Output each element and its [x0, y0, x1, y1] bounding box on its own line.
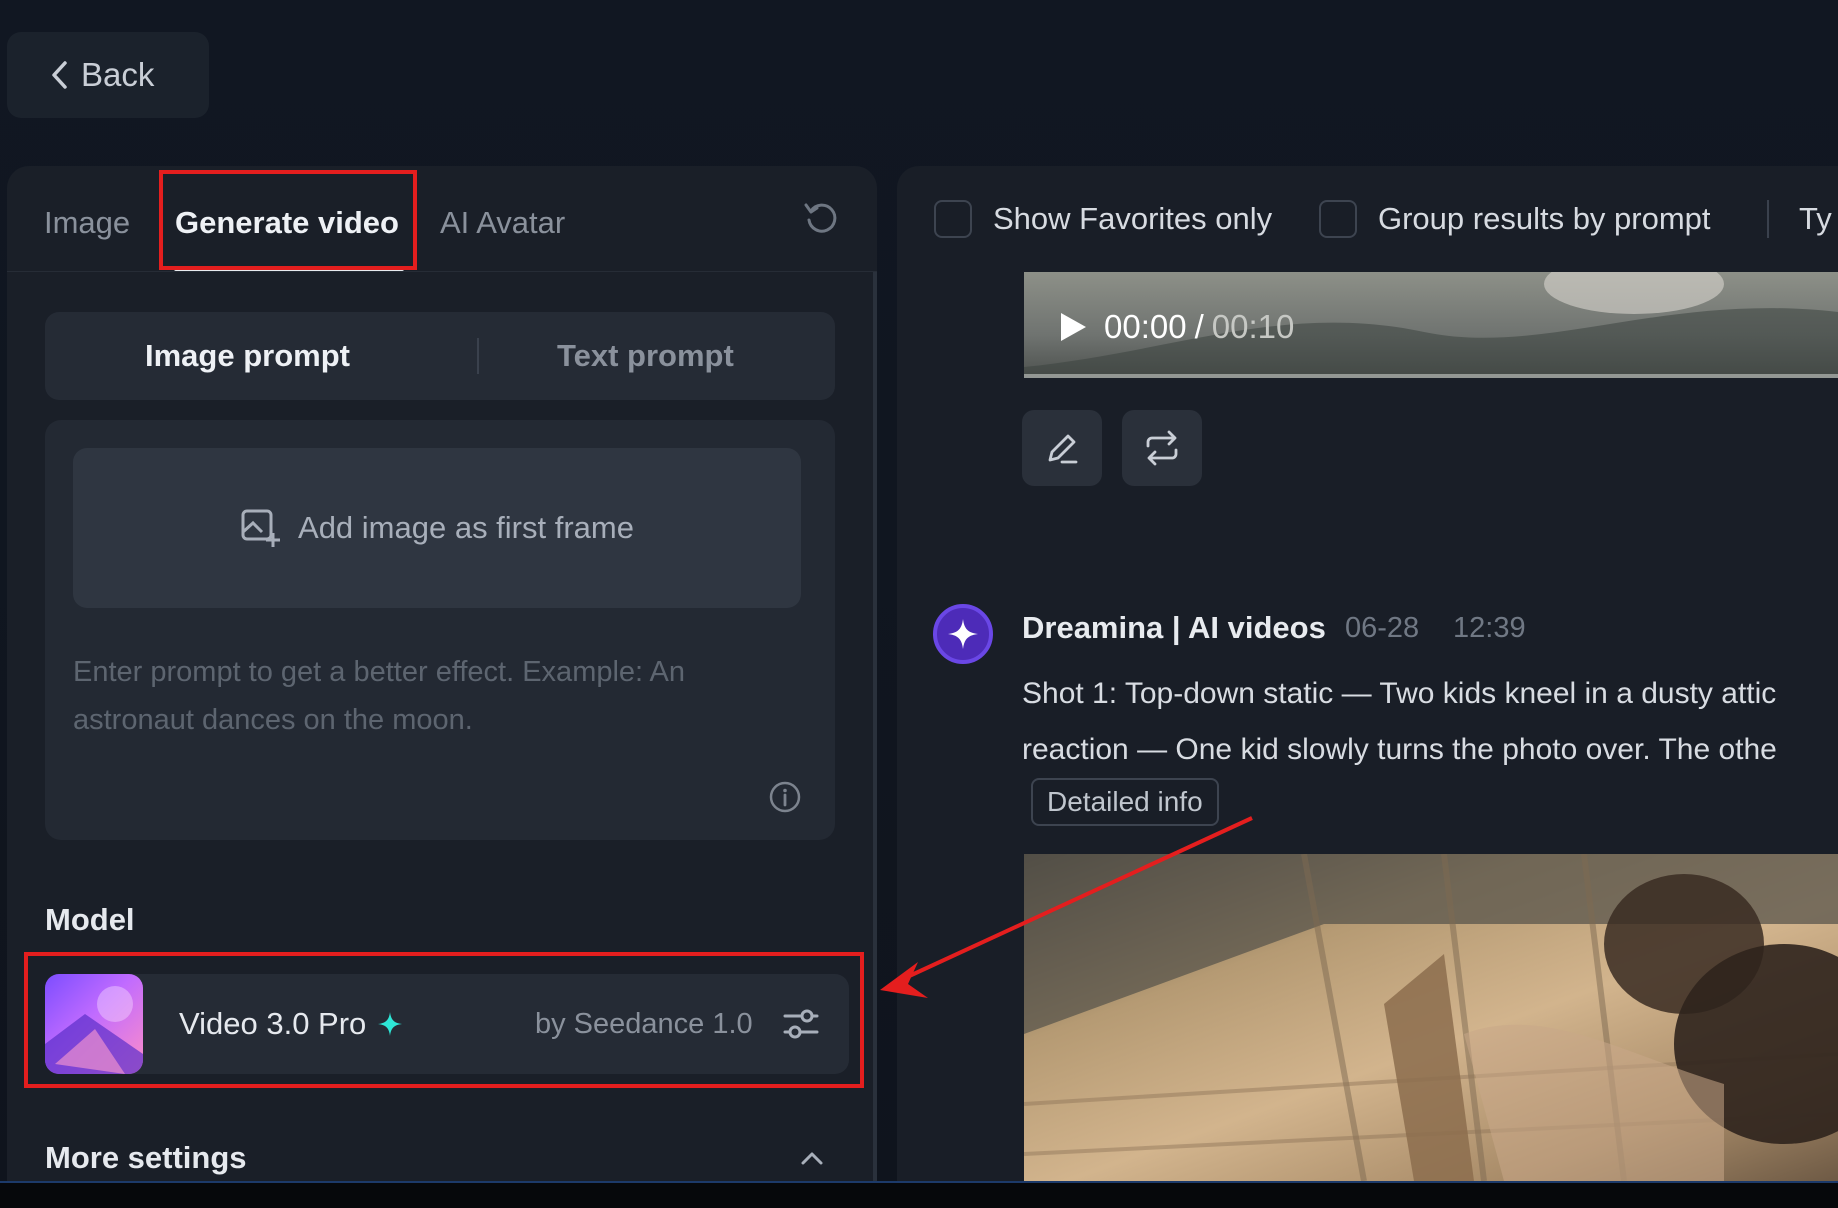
- add-first-frame-button[interactable]: Add image as first frame: [73, 448, 801, 608]
- tab-image[interactable]: Image: [44, 200, 130, 246]
- favorites-label: Show Favorites only: [993, 201, 1273, 236]
- edit-button[interactable]: [1022, 410, 1102, 486]
- post-time: 12:39: [1453, 612, 1526, 644]
- post-author: Dreamina | AI videos: [1022, 610, 1326, 645]
- add-first-frame-label: Add image as first frame: [298, 510, 634, 545]
- refresh-icon[interactable]: [802, 199, 840, 237]
- video-player[interactable]: 00:00 / 00:10: [1024, 272, 1838, 378]
- mode-tabs: Image Generate video AI Avatar: [7, 166, 877, 272]
- video-current-time: 00:00: [1104, 308, 1187, 345]
- chevron-left-icon: [52, 61, 67, 89]
- bottom-edge: [0, 1181, 1838, 1208]
- highlight-model-selector: [24, 952, 864, 1088]
- filter-divider: [1767, 200, 1769, 238]
- post-date: 06-28: [1345, 612, 1420, 644]
- prompt-box: Add image as first frame Enter prompt to…: [45, 420, 835, 840]
- repeat-icon: [1146, 430, 1178, 466]
- results-filters: Show Favorites only Group results by pro…: [897, 166, 1838, 272]
- prompt-line-2: reaction — One kid slowly turns the phot…: [1022, 733, 1777, 766]
- app-window: Back Image Generate video AI Avatar Imag…: [0, 0, 1838, 1208]
- pencil-icon: [1048, 434, 1078, 464]
- prompt-input[interactable]: Enter prompt to get a better effect. Exa…: [73, 648, 793, 744]
- more-settings-toggle[interactable]: More settings: [45, 1140, 247, 1176]
- video-progress-bar[interactable]: [1024, 374, 1838, 378]
- sparkle-logo-icon: [948, 619, 978, 649]
- play-icon[interactable]: [1058, 311, 1088, 343]
- group-checkbox[interactable]: [1319, 200, 1357, 238]
- tab-ai-avatar[interactable]: AI Avatar: [440, 200, 565, 246]
- regenerate-button[interactable]: [1122, 410, 1202, 486]
- dreamina-avatar: [933, 604, 993, 664]
- video-time-separator: /: [1194, 308, 1204, 345]
- highlight-generate-video-tab: [159, 170, 417, 270]
- video-controls: 00:00 / 00:10: [1058, 308, 1294, 346]
- group-label: Group results by prompt: [1378, 201, 1711, 236]
- switch-divider: [477, 338, 479, 374]
- back-button[interactable]: Back: [7, 32, 209, 118]
- info-icon[interactable]: [768, 780, 802, 814]
- prompt-line-1: Shot 1: Top-down static — Two kids kneel…: [1022, 677, 1777, 710]
- panel-scrollbar[interactable]: [873, 272, 877, 1181]
- image-prompt-option[interactable]: Image prompt: [145, 312, 350, 400]
- favorites-checkbox[interactable]: [934, 200, 972, 238]
- add-image-icon: [241, 509, 281, 547]
- chevron-up-icon[interactable]: [797, 1146, 827, 1170]
- prompt-type-switch: Image prompt Text prompt: [45, 312, 835, 400]
- text-prompt-option[interactable]: Text prompt: [557, 312, 734, 400]
- results-panel: Show Favorites only Group results by pro…: [897, 166, 1838, 1181]
- type-filter[interactable]: Ty: [1799, 198, 1832, 240]
- model-section-label: Model: [45, 902, 135, 937]
- back-label: Back: [81, 56, 155, 93]
- generated-video-thumbnail[interactable]: [1024, 854, 1838, 1181]
- detailed-info-button[interactable]: Detailed info: [1031, 778, 1219, 826]
- post-prompt-text: Shot 1: Top-down static — Two kids kneel…: [1022, 666, 1838, 778]
- video-duration: 00:10: [1211, 308, 1295, 345]
